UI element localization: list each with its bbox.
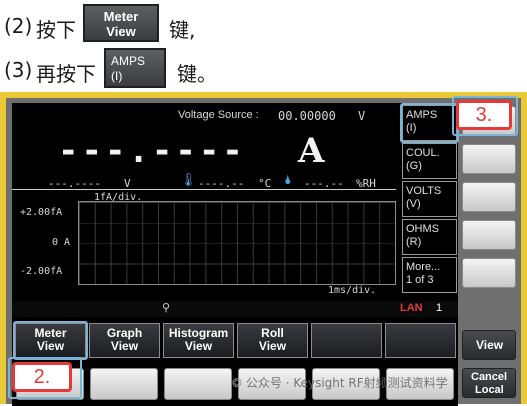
wechat-icon: ❂ xyxy=(232,376,246,390)
bottom-physical-key-3[interactable] xyxy=(164,368,232,400)
highlight-amps xyxy=(400,103,459,143)
main-reading: ---.---- xyxy=(58,131,246,171)
step-suffix: 键。 xyxy=(177,62,217,86)
time-scale: 1ms/div. xyxy=(328,285,377,296)
step-suffix: 键, xyxy=(169,18,196,42)
key-line1: AMPS xyxy=(111,54,146,68)
highlight-callout-2 xyxy=(8,357,82,399)
softkey-label: VOLTS xyxy=(406,185,442,197)
step-number: (2) xyxy=(4,14,33,38)
key-line1: Meter xyxy=(103,9,139,24)
softkey-histogram-view[interactable]: Histogram View xyxy=(163,323,234,358)
softkey-sublabel: 1 of 3 xyxy=(406,274,434,286)
softkey-label: More... xyxy=(406,261,441,273)
softkey-sublabel: View xyxy=(184,339,213,353)
cancel-local-key[interactable]: Cancel Local xyxy=(462,368,516,398)
view-key[interactable]: View xyxy=(462,330,516,360)
watermark-text: 公众号 · Keysight RF射频测试资料学 xyxy=(245,376,448,390)
instrument-front-panel: Voltage Source : 00.00000 V ---.---- A -… xyxy=(0,92,527,406)
voltage-source-unit: V xyxy=(358,109,366,123)
softkey-volts[interactable]: VOLTS (V) xyxy=(402,181,457,217)
softkey-sublabel: View xyxy=(258,339,287,353)
step-number: (3) xyxy=(4,58,33,82)
amps-key-image: AMPS (I) xyxy=(104,48,166,88)
softkey-sublabel: (V) xyxy=(406,198,421,210)
main-unit: A xyxy=(298,131,325,171)
key-line2: (I) xyxy=(111,69,123,83)
softkey-more[interactable]: More... 1 of 3 xyxy=(402,257,457,293)
softkey-coul[interactable]: COUL. (G) xyxy=(402,143,457,179)
softkey-sublabel: View xyxy=(110,339,139,353)
physical-key-3[interactable] xyxy=(462,182,516,212)
softkey-sublabel: (R) xyxy=(406,236,422,248)
softkey-blank-5[interactable] xyxy=(311,323,382,358)
meter-view-key-image: Meter View xyxy=(83,4,159,42)
voltage-source-value: 00.00000 xyxy=(278,109,336,123)
highlight-meter-view xyxy=(13,321,88,360)
graph-grid xyxy=(78,201,396,285)
softkey-label: COUL. xyxy=(406,147,440,159)
step-text: 再按下 xyxy=(36,62,96,86)
highlight-callout-3 xyxy=(452,96,518,136)
softkey-graph-view[interactable]: Graph View xyxy=(89,323,160,358)
softkey-blank-6[interactable] xyxy=(385,323,456,358)
softkey-label: OHMS xyxy=(406,223,439,235)
cancel-key-label: Cancel xyxy=(471,371,508,383)
voltage-source-label: Voltage Source : xyxy=(178,109,259,121)
separator xyxy=(12,189,396,190)
usb-icon: ⚲ xyxy=(162,301,171,314)
step-text: 按下 xyxy=(36,18,76,42)
softkey-ohms[interactable]: OHMS (R) xyxy=(402,219,457,255)
physical-key-4[interactable] xyxy=(462,220,516,250)
thermometer-icon: 🌡 xyxy=(180,173,197,188)
panel: Voltage Source : 00.00000 V ---.---- A -… xyxy=(6,98,521,406)
lan-value: 1 xyxy=(436,302,443,314)
bottom-physical-key-2[interactable] xyxy=(90,368,158,400)
y-top-label: +2.00fA xyxy=(20,207,63,218)
local-key-label: Local xyxy=(475,384,504,396)
physical-key-5[interactable] xyxy=(462,258,516,288)
softkey-roll-view[interactable]: Roll View xyxy=(237,323,308,358)
softkey-sublabel: (G) xyxy=(406,160,422,172)
y-mid-label: 0 A xyxy=(52,237,71,248)
watermark: ❂ 公众号 · Keysight RF射频测试资料学 xyxy=(232,374,448,391)
status-bar: ⚲ LAN 1 xyxy=(12,301,458,317)
key-line2: View xyxy=(106,24,136,39)
physical-key-2[interactable] xyxy=(462,144,516,174)
y-bot-label: -2.00fA xyxy=(20,266,63,277)
view-key-label: View xyxy=(476,338,504,352)
humidity-icon: 🌢 xyxy=(284,173,292,188)
lan-label: LAN xyxy=(400,302,423,314)
